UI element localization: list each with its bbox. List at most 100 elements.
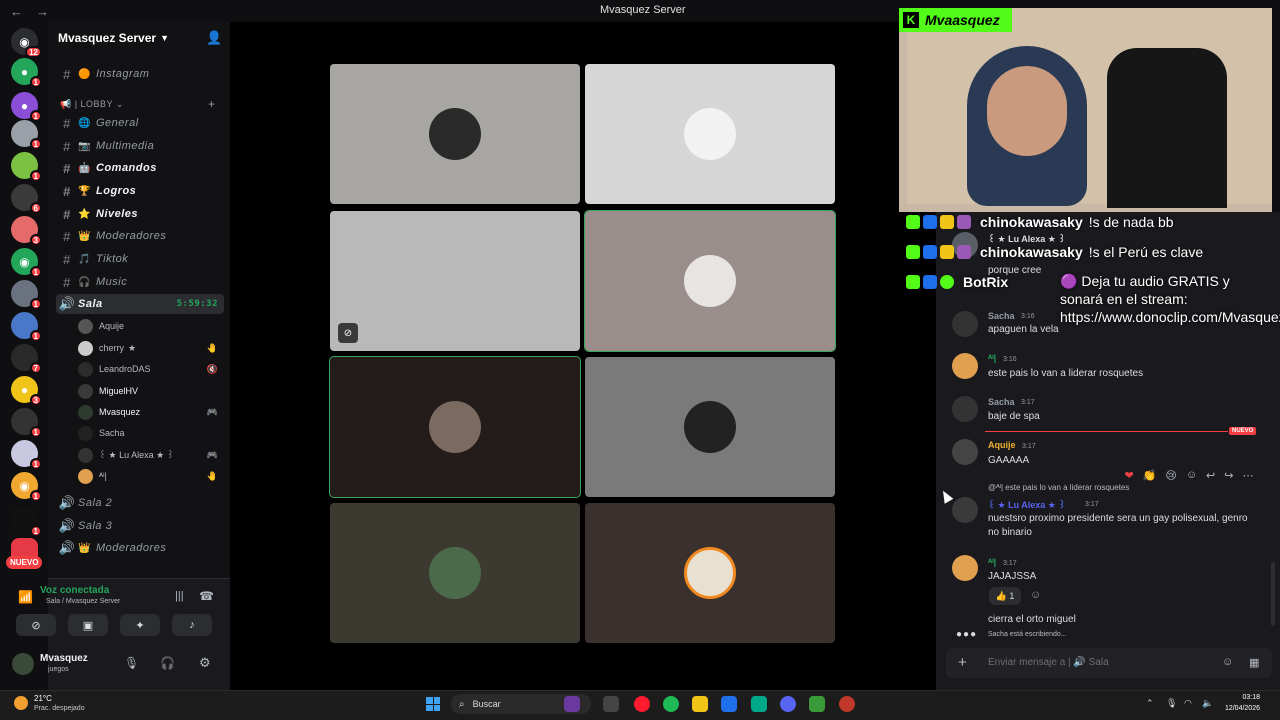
channel-comandos[interactable]: # 🤖 Comandos xyxy=(56,158,224,178)
server-icon[interactable]: 7 xyxy=(11,344,42,374)
server-icon[interactable]: 3 xyxy=(11,216,42,246)
clock-time[interactable]: 03:18 xyxy=(1220,694,1260,701)
channel-multimedia[interactable]: # 📷 Multimedia xyxy=(56,136,224,156)
camera-off-button[interactable]: ⊘ xyxy=(16,614,56,636)
task-view-icon[interactable] xyxy=(603,696,619,712)
voice-user[interactable]: LeandroDAS 🔇 xyxy=(78,359,224,379)
store-icon[interactable] xyxy=(721,696,737,712)
message-input[interactable]: Enviar mensaje a | 🔊 Sala xyxy=(988,657,1109,668)
voice-channel-sala-2[interactable]: 🔊 Sala 2 xyxy=(56,493,224,513)
weather-sun-icon[interactable] xyxy=(14,696,28,710)
voice-user[interactable]: cherry ★ 🤚 xyxy=(78,338,224,358)
voice-channel-moderadores[interactable]: 🔊 👑 Moderadores xyxy=(56,538,224,558)
activities-button[interactable]: ✦ xyxy=(120,614,160,636)
category-lobby[interactable]: 📢 | LOBBY ⌄ xyxy=(60,99,124,110)
channel-music[interactable]: # 🎧 Music xyxy=(56,272,224,292)
server-icon[interactable]: 6 xyxy=(11,184,42,214)
participant-tile[interactable] xyxy=(329,356,581,498)
add-member-icon[interactable]: 👤 xyxy=(206,30,222,46)
voice-user[interactable]: ꒰ ★ Lu Alexa ★ ꒱ 🎮 xyxy=(78,445,224,465)
add-reaction-icon[interactable]: ☺ xyxy=(1030,589,1041,601)
participant-tile[interactable]: ⊘ xyxy=(330,211,580,351)
apps-icon[interactable]: ▦ xyxy=(1249,656,1259,669)
channel-general[interactable]: # 🌐 General xyxy=(56,113,224,133)
server-icon[interactable]: 1 xyxy=(11,408,42,438)
reply-icon[interactable]: ↩ xyxy=(1206,469,1215,482)
weather-temperature[interactable]: 21°C xyxy=(34,694,52,703)
disconnect-icon[interactable]: ☎ xyxy=(199,589,214,603)
chat-scrollbar[interactable] xyxy=(1271,562,1275,626)
wifi-icon[interactable]: ◠ xyxy=(1184,698,1192,709)
microphone-icon[interactable]: 🎙 xyxy=(124,656,139,670)
new-servers-pill[interactable]: NUEVO xyxy=(6,556,43,569)
opera-icon[interactable] xyxy=(634,696,650,712)
voice-connected-channel[interactable]: Sala / Mvasquez Server xyxy=(46,598,120,605)
reply-preview[interactable]: @ᴬˡ| este pais lo van a liderar rosquete… xyxy=(988,483,1248,492)
server-icon[interactable]: ● 1 xyxy=(11,58,42,88)
forward-icon[interactable]: ↪ xyxy=(1224,469,1233,482)
message-author[interactable]: Sacha xyxy=(988,397,1015,407)
channel-logros[interactable]: # 🏆 Logros xyxy=(56,181,224,201)
noise-suppression-icon[interactable]: ||| xyxy=(175,590,184,602)
windows-start-icon[interactable] xyxy=(426,697,440,711)
reaction-chip[interactable]: 👍 1 xyxy=(989,587,1021,605)
voice-channel-sala[interactable]: 🔊 Sala 5:59:32 xyxy=(56,294,224,314)
participant-tile[interactable] xyxy=(585,64,835,204)
channel-niveles[interactable]: # ⭐ Niveles xyxy=(56,204,224,224)
participant-tile[interactable] xyxy=(585,357,835,497)
back-arrow-icon[interactable]: ← xyxy=(10,4,26,19)
screen-share-button[interactable]: ▣ xyxy=(68,614,108,636)
clap-reaction-icon[interactable]: 👏 xyxy=(1143,469,1157,482)
message-author[interactable]: Sacha xyxy=(988,311,1015,321)
discord-icon[interactable] xyxy=(780,696,796,712)
message-author[interactable]: ᴬˡ| xyxy=(988,557,996,567)
channel-moderadores[interactable]: # 👑 Moderadores xyxy=(56,226,224,246)
tray-chevron-icon[interactable]: ⌃ xyxy=(1146,698,1154,709)
soundboard-button[interactable]: ♪ xyxy=(172,614,212,636)
app-icon[interactable] xyxy=(751,696,767,712)
clock-date[interactable]: 12/04/2026 xyxy=(1220,705,1260,712)
user-name[interactable]: Mvasquez xyxy=(40,653,88,664)
server-icon[interactable]: ● 1 xyxy=(11,92,42,122)
server-icon[interactable]: ◉ 1 xyxy=(11,472,42,502)
weather-description[interactable]: Prac. despejado xyxy=(34,705,85,712)
attach-plus-icon[interactable]: + xyxy=(958,654,967,671)
voice-user[interactable]: Sacha xyxy=(78,423,224,443)
server-icon[interactable]: 1 xyxy=(11,440,42,470)
search-highlight-icon[interactable] xyxy=(564,696,580,712)
add-channel-icon[interactable]: + xyxy=(208,97,215,111)
microphone-tray-icon[interactable]: 🎙 xyxy=(1166,698,1177,709)
spotify-icon[interactable] xyxy=(663,696,679,712)
voice-connected-status[interactable]: Voz conectada xyxy=(40,585,109,596)
participant-tile[interactable] xyxy=(330,503,580,643)
server-icon[interactable]: 1 xyxy=(11,280,42,310)
server-icon[interactable]: 1 xyxy=(11,152,42,182)
message-author[interactable]: ꒰ ★ Lu Alexa ★ ꒱ xyxy=(988,499,1065,511)
message-author[interactable]: ᴬˡ| xyxy=(988,353,996,363)
voice-user[interactable]: MiguelHV xyxy=(78,381,224,401)
settings-gear-icon[interactable]: ⚙ xyxy=(199,655,211,671)
volume-icon[interactable]: 🔈 xyxy=(1202,698,1213,709)
discord-home-icon[interactable]: ◉ 12 xyxy=(11,28,42,58)
heart-reaction-icon[interactable]: ❤ xyxy=(1124,469,1133,482)
voice-user[interactable]: Mvasquez 🎮 xyxy=(78,402,224,422)
message-author[interactable]: Aquije xyxy=(988,440,1016,450)
server-icon[interactable]: 1 xyxy=(11,312,42,342)
channel-instagram[interactable]: # 🟠 Instagram xyxy=(56,64,224,84)
server-icon[interactable]: 1 xyxy=(11,507,42,537)
forward-arrow-icon[interactable]: → xyxy=(36,4,52,19)
add-reaction-icon[interactable]: ☺ xyxy=(1186,469,1197,481)
headphones-icon[interactable]: 🎧 xyxy=(160,656,175,670)
obs-icon[interactable] xyxy=(839,696,855,712)
server-icon[interactable]: ● 3 xyxy=(11,376,42,406)
server-header[interactable]: Mvasquez Server ▼ xyxy=(48,22,230,54)
participant-tile[interactable] xyxy=(584,210,836,352)
server-icon[interactable]: ◉ 1 xyxy=(11,248,42,278)
app-icon[interactable] xyxy=(809,696,825,712)
voice-user[interactable]: Aquije xyxy=(78,316,224,336)
signal-icon[interactable]: 📶 xyxy=(18,590,33,604)
server-icon[interactable]: 1 xyxy=(11,120,42,150)
sad-reaction-icon[interactable]: 😢 xyxy=(1165,469,1176,482)
avatar[interactable] xyxy=(12,653,34,675)
voice-user[interactable]: ᴬˡ| 🤚 xyxy=(78,466,224,486)
